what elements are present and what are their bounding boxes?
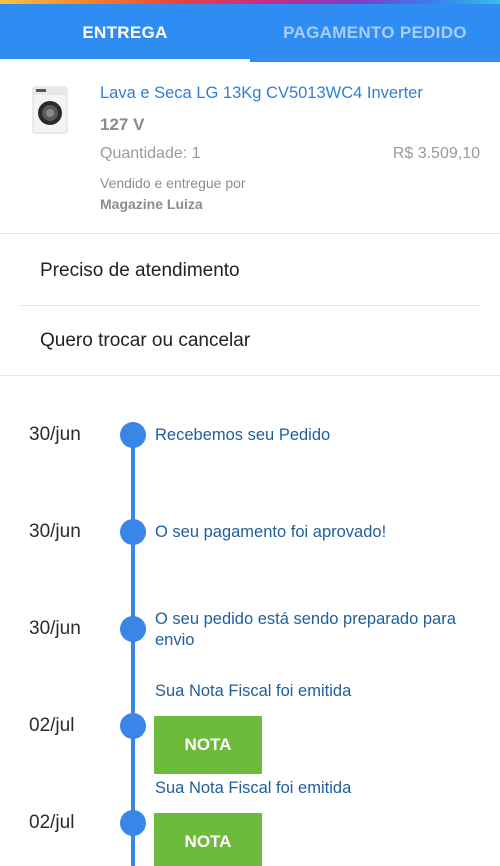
exchange-cancel-menu-item[interactable]: Quero trocar ou cancelar (0, 306, 500, 376)
product-title-link[interactable]: Lava e Seca LG 13Kg CV5013WC4 Inverter (100, 84, 423, 103)
nota-button[interactable]: NOTA (154, 813, 262, 866)
help-menu-item[interactable]: Preciso de atendimento (0, 236, 500, 306)
nota-button[interactable]: NOTA (154, 716, 262, 774)
product-voltage: 127 V (100, 115, 145, 134)
product-quantity: Quantidade: 1 (100, 145, 201, 162)
event-text: Recebemos seu Pedido (155, 426, 331, 444)
timeline-line (131, 434, 135, 866)
event-date: 30/jun (29, 618, 81, 639)
order-timeline: 30/jun Recebemos seu Pedido 30/jun O seu… (0, 376, 500, 866)
event-date: 30/jun (29, 521, 81, 542)
product-price: R$ 3.509,10 (392, 145, 480, 162)
event-date: 02/jul (29, 715, 75, 736)
timeline-dot (120, 616, 146, 642)
sold-by-label: Vendido e entregue por (100, 175, 246, 191)
event-text: O seu pagamento foi aprovado! (155, 523, 387, 541)
event-text: Sua Nota Fiscal foi emitida (155, 779, 352, 797)
washing-machine-icon[interactable] (30, 84, 70, 136)
tab-pagamento-pedido[interactable]: PAGAMENTO PEDIDO (250, 4, 500, 62)
event-text: O seu pedido está sendo preparado para e… (155, 610, 456, 649)
event-date: 30/jun (29, 424, 81, 445)
timeline-dot (120, 422, 146, 448)
seller-name: Magazine Luiza (100, 196, 203, 212)
event-text: Sua Nota Fiscal foi emitida (155, 682, 352, 700)
exchange-cancel-menu-label: Quero trocar ou cancelar (40, 329, 251, 351)
timeline-dot (120, 713, 146, 739)
help-menu-label: Preciso de atendimento (40, 260, 240, 281)
tab-bar: ENTREGA PAGAMENTO PEDIDO (0, 4, 500, 62)
timeline-dot (120, 810, 146, 836)
tab-entrega[interactable]: ENTREGA (0, 4, 250, 62)
timeline-dot (120, 519, 146, 545)
event-date: 02/jul (29, 812, 75, 833)
product-card: Lava e Seca LG 13Kg CV5013WC4 Inverter 1… (0, 62, 500, 234)
